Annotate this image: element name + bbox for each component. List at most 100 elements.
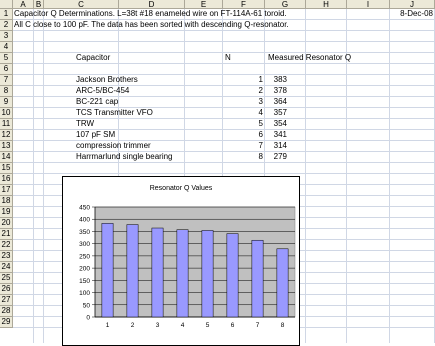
row-header[interactable]: 5 bbox=[0, 53, 13, 64]
row-header[interactable]: 27 bbox=[0, 295, 13, 306]
row-header[interactable]: 24 bbox=[0, 262, 13, 273]
cell-capacitor[interactable]: TRW bbox=[76, 119, 94, 129]
cell-q[interactable]: 314 bbox=[265, 141, 287, 151]
cell-q[interactable]: 354 bbox=[265, 119, 287, 129]
cell-n[interactable]: 2 bbox=[223, 86, 263, 96]
gridline-horizontal bbox=[13, 173, 435, 174]
cell-q[interactable]: 383 bbox=[265, 75, 287, 85]
bar bbox=[276, 248, 289, 318]
cell-n[interactable]: 7 bbox=[223, 141, 263, 151]
bar bbox=[151, 227, 164, 318]
gridline-vertical bbox=[43, 9, 44, 343]
cell-g4-q-header[interactable]: Measured Resonator Q bbox=[268, 53, 351, 63]
cell-n[interactable]: 6 bbox=[223, 130, 263, 140]
row-header[interactable]: 10 bbox=[0, 108, 13, 119]
row-header[interactable]: 20 bbox=[0, 218, 13, 229]
row-header[interactable]: 19 bbox=[0, 207, 13, 218]
row-header[interactable]: 29 bbox=[0, 317, 13, 328]
row-header[interactable]: 8 bbox=[0, 86, 13, 97]
y-tick-label: 200 bbox=[79, 266, 90, 273]
row-header[interactable]: 14 bbox=[0, 152, 13, 163]
cell-q[interactable]: 341 bbox=[265, 130, 287, 140]
plot-area bbox=[94, 206, 296, 318]
x-tick-label: 1 bbox=[106, 322, 110, 329]
y-tick-label: 350 bbox=[79, 229, 90, 236]
bar bbox=[226, 233, 239, 318]
row-header[interactable]: 17 bbox=[0, 185, 13, 196]
cell-capacitor[interactable]: ARC-5/BC-454 bbox=[76, 86, 129, 96]
column-header-i[interactable]: I bbox=[347, 0, 390, 9]
cell-n[interactable]: 1 bbox=[223, 75, 263, 85]
cell-q[interactable]: 357 bbox=[265, 108, 287, 118]
x-tick-label: 7 bbox=[256, 322, 260, 329]
spreadsheet: A B C D E F G H I J 1 2 3 4 5 6 7 8 9 10 11 12 13 14 1… bbox=[0, 0, 435, 346]
row-header[interactable]: 22 bbox=[0, 240, 13, 251]
x-tick-label: 2 bbox=[131, 322, 135, 329]
column-header-d[interactable]: D bbox=[119, 0, 185, 9]
gridline-horizontal bbox=[13, 30, 435, 31]
resonator-q-chart[interactable]: Resonator Q Values 0 50 100 150 200 250 300 350… bbox=[62, 176, 300, 346]
cell-capacitor[interactable]: 107 pF SM bbox=[76, 130, 115, 140]
row-header[interactable]: 26 bbox=[0, 284, 13, 295]
cell-n[interactable]: 5 bbox=[223, 119, 263, 129]
row-header[interactable]: 3 bbox=[0, 31, 13, 42]
cell-f4-n-header[interactable]: N bbox=[225, 53, 231, 63]
cell-capacitor[interactable]: BC-221 cap bbox=[76, 97, 118, 107]
row-header[interactable]: 15 bbox=[0, 163, 13, 174]
cell-j1-date[interactable]: 8-Dec-08 bbox=[390, 9, 433, 19]
row-header[interactable]: 2 bbox=[0, 20, 13, 31]
row-header[interactable]: 4 bbox=[0, 42, 13, 53]
row-header[interactable]: 25 bbox=[0, 273, 13, 284]
select-all-corner[interactable] bbox=[0, 0, 13, 9]
row-header[interactable]: 21 bbox=[0, 229, 13, 240]
cell-q[interactable]: 279 bbox=[265, 152, 287, 162]
row-header[interactable]: 13 bbox=[0, 141, 13, 152]
cell-capacitor[interactable]: TCS Transmitter VFO bbox=[76, 108, 153, 118]
x-tick-label: 6 bbox=[231, 322, 235, 329]
cell-n[interactable]: 4 bbox=[223, 108, 263, 118]
cell-capacitor[interactable]: Harrmarlund single bearing bbox=[76, 152, 173, 162]
bar bbox=[126, 224, 139, 318]
row-header[interactable]: 18 bbox=[0, 196, 13, 207]
row-header[interactable]: 16 bbox=[0, 174, 13, 185]
column-header-b[interactable]: B bbox=[34, 0, 44, 9]
row-header[interactable]: 9 bbox=[0, 97, 13, 108]
cell-q[interactable]: 378 bbox=[265, 86, 287, 96]
column-header-f[interactable]: F bbox=[223, 0, 265, 9]
chart-canvas: Resonator Q Values 0 50 100 150 200 250 300 350… bbox=[79, 185, 296, 329]
row-header[interactable]: 11 bbox=[0, 119, 13, 130]
x-tick-label: 8 bbox=[281, 322, 285, 329]
column-header-e[interactable]: E bbox=[185, 0, 223, 9]
row-header[interactable]: 12 bbox=[0, 130, 13, 141]
cell-q[interactable]: 364 bbox=[265, 97, 287, 107]
row-header[interactable]: 6 bbox=[0, 64, 13, 75]
cell-capacitor[interactable]: compression trimmer bbox=[76, 141, 151, 151]
bar bbox=[101, 223, 114, 318]
y-tick-label: 0 bbox=[86, 315, 90, 322]
x-tick-label: 4 bbox=[181, 322, 185, 329]
row-header[interactable]: 28 bbox=[0, 306, 13, 317]
y-tick-label: 400 bbox=[79, 217, 90, 224]
cell-n[interactable]: 3 bbox=[223, 97, 263, 107]
y-tick-label: 150 bbox=[79, 278, 90, 285]
gridline-horizontal bbox=[13, 162, 435, 163]
bar bbox=[251, 239, 264, 318]
column-header-c[interactable]: C bbox=[44, 0, 119, 9]
row-header[interactable]: 7 bbox=[0, 75, 13, 86]
x-tick-label: 3 bbox=[156, 322, 160, 329]
cell-a1-title[interactable]: Capacitor Q Determinations. L=38t #18 en… bbox=[14, 9, 287, 19]
y-tick-label: 300 bbox=[79, 241, 90, 248]
y-tick-label: 450 bbox=[79, 205, 90, 212]
cell-capacitor[interactable]: Jackson Brothers bbox=[76, 75, 138, 85]
row-header[interactable]: 23 bbox=[0, 251, 13, 262]
cell-n[interactable]: 8 bbox=[223, 152, 263, 162]
chart-title: Resonator Q Values bbox=[150, 185, 213, 192]
cell-c4-capacitor-header[interactable]: Capacitor bbox=[76, 53, 110, 63]
y-tick-label: 100 bbox=[79, 290, 90, 297]
column-header-a[interactable]: A bbox=[13, 0, 34, 9]
column-header-h[interactable]: H bbox=[306, 0, 347, 9]
cell-a2-note[interactable]: All C close to 100 pF. The data has been… bbox=[14, 20, 289, 30]
row-header[interactable]: 1 bbox=[0, 9, 13, 20]
column-header-g[interactable]: G bbox=[265, 0, 306, 9]
column-header-j[interactable]: J bbox=[390, 0, 435, 9]
